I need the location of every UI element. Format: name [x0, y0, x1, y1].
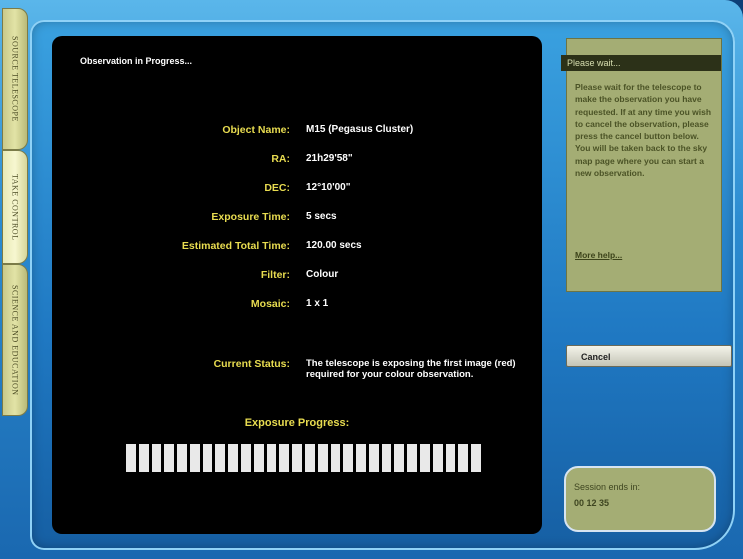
- progress-segment: [343, 444, 354, 472]
- field-value: 120.00 secs: [306, 240, 362, 251]
- progress-segment: [432, 444, 443, 472]
- session-time: 00 12 35: [574, 498, 610, 508]
- progress-segment: [317, 444, 328, 472]
- field-label: Object Name:: [222, 124, 290, 136]
- field-label: Estimated Total Time:: [181, 240, 290, 252]
- page-title: Observation in Progress...: [80, 56, 193, 66]
- progress-segment: [471, 444, 481, 472]
- field-value: 5 secs: [306, 211, 337, 222]
- field-label: Filter:: [260, 269, 290, 281]
- tab-source-telescope[interactable]: SOURCE TELESCOPE: [2, 8, 28, 150]
- cancel-button[interactable]: Cancel: [566, 345, 732, 367]
- session-timer: Session ends in: 00 12 35: [564, 466, 716, 532]
- field-row: RA: 21h29'58": [52, 153, 542, 169]
- observation-panel: Observation in Progress... Object Name: …: [52, 36, 542, 534]
- progress-segment: [151, 444, 162, 472]
- progress-segment: [253, 444, 264, 472]
- info-text: Please wait for the telescope to make th…: [575, 82, 712, 179]
- progress-segment: [138, 444, 149, 472]
- progress-segment: [202, 444, 213, 472]
- field-label: Exposure Time:: [211, 211, 290, 223]
- progress-segment: [266, 444, 277, 472]
- field-value: M15 (Pegasus Cluster): [306, 124, 414, 135]
- more-help-link[interactable]: More help...: [575, 250, 622, 260]
- progress-segment: [356, 444, 366, 472]
- field-label: DEC:: [264, 182, 290, 194]
- field-row: Exposure Time: 5 secs: [52, 211, 542, 227]
- progress-segment: [407, 444, 417, 472]
- progress-segment: [292, 444, 302, 472]
- field-value: 1 x 1: [306, 298, 329, 309]
- info-header: Please wait...: [561, 55, 721, 71]
- progress-segment: [215, 444, 226, 472]
- progress-segment: [304, 444, 315, 472]
- status-label: Current Status:: [213, 358, 290, 370]
- exposure-progress-bar: [126, 444, 481, 472]
- field-row: Filter: Colour: [52, 269, 542, 285]
- info-panel: Please wait... Please wait for the teles…: [561, 38, 722, 292]
- progress-segment: [394, 444, 405, 472]
- progress-segment: [164, 444, 175, 472]
- tab-label: SCIENCE AND EDUCATION: [10, 284, 20, 396]
- progress-segment: [458, 444, 469, 472]
- progress-segment: [419, 444, 430, 472]
- progress-segment: [241, 444, 251, 472]
- status-value: The telescope is exposing the first imag…: [306, 358, 516, 380]
- field-value: 21h29'58": [306, 153, 353, 164]
- tab-take-control[interactable]: TAKE CONTROL: [2, 150, 28, 264]
- session-label: Session ends in:: [574, 482, 641, 492]
- field-row: DEC: 12°10'00": [52, 182, 542, 198]
- progress-segment: [189, 444, 200, 472]
- side-tabs: SOURCE TELESCOPE TAKE CONTROL SCIENCE AN…: [0, 0, 30, 559]
- progress-segment: [381, 444, 392, 472]
- tab-label: SOURCE TELESCOPE: [10, 36, 20, 122]
- field-row: Object Name: M15 (Pegasus Cluster): [52, 124, 542, 140]
- progress-segment: [126, 444, 136, 472]
- progress-segment: [330, 444, 341, 472]
- tab-science-education[interactable]: SCIENCE AND EDUCATION: [2, 264, 28, 416]
- progress-segment: [279, 444, 290, 472]
- progress-segment: [445, 444, 456, 472]
- field-row: Mosaic: 1 x 1: [52, 298, 542, 314]
- progress-segment: [228, 444, 239, 472]
- progress-label: Exposure Progress:: [244, 417, 350, 429]
- progress-segment: [177, 444, 187, 472]
- field-label: Mosaic:: [250, 298, 290, 310]
- field-value: 12°10'00": [306, 182, 351, 193]
- field-value: Colour: [306, 269, 339, 280]
- progress-segment: [368, 444, 379, 472]
- field-row: Estimated Total Time: 120.00 secs: [52, 240, 542, 256]
- field-label: RA:: [271, 153, 290, 165]
- tab-label: TAKE CONTROL: [10, 173, 20, 241]
